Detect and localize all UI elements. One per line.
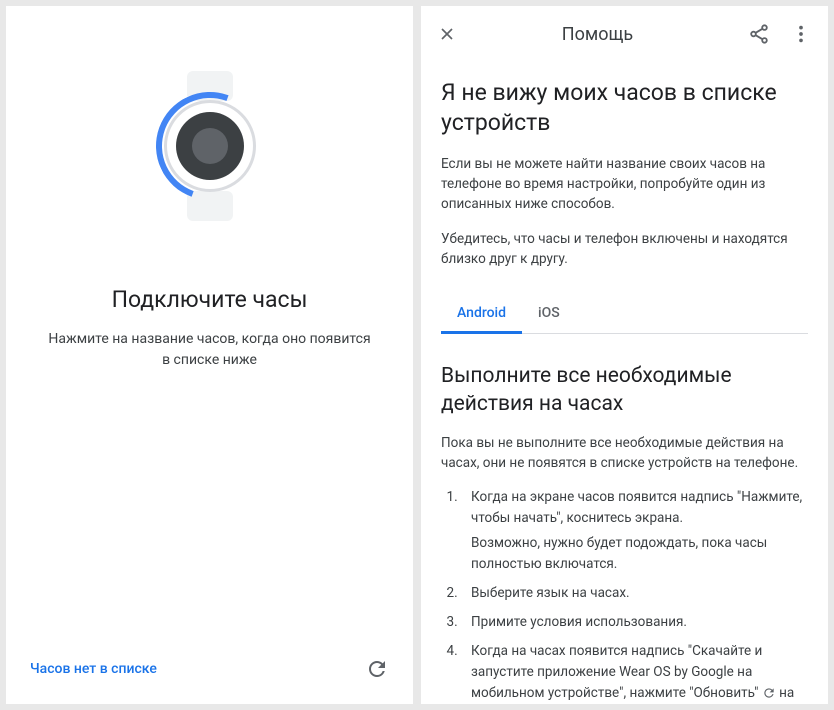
section-intro: Пока вы не выполните все необходимые дей… [441, 433, 808, 474]
watch-illustration [140, 66, 280, 226]
tab-ios[interactable]: iOS [522, 293, 576, 333]
article-intro-2: Убедитесь, что часы и телефон включены и… [441, 229, 808, 270]
step-1-note: Возможно, нужно будет подождать, пока ча… [471, 533, 808, 575]
overflow-menu-icon[interactable] [790, 23, 812, 45]
close-icon[interactable] [437, 24, 457, 44]
tab-android[interactable]: Android [441, 293, 522, 333]
connect-subtitle: Нажмите на название часов, когда оно поя… [6, 329, 413, 371]
platform-tabs: Android iOS [441, 293, 808, 334]
header-title: Помощь [467, 24, 728, 45]
article-intro-1: Если вы не можете найти название своих ч… [441, 154, 808, 215]
step-2: Выберите язык на часах. [461, 583, 808, 604]
no-watch-link[interactable]: Часов нет в списке [30, 661, 157, 677]
step-1: Когда на экране часов появится надпись "… [461, 487, 808, 575]
step-3: Примите условия использования. [461, 612, 808, 633]
article-title: Я не вижу моих часов в списке устройств [441, 78, 808, 138]
section-title: Выполните все необходимые действия на ча… [441, 362, 808, 419]
refresh-inline-icon [762, 686, 776, 700]
connect-title: Подключите часы [112, 286, 308, 313]
share-icon[interactable] [748, 23, 770, 45]
refresh-icon[interactable] [365, 657, 389, 681]
steps-list: Когда на экране часов появится надпись "… [441, 487, 808, 703]
step-4: Когда на часах появится надпись "Скачайт… [461, 641, 808, 704]
help-header: Помощь [421, 6, 828, 62]
